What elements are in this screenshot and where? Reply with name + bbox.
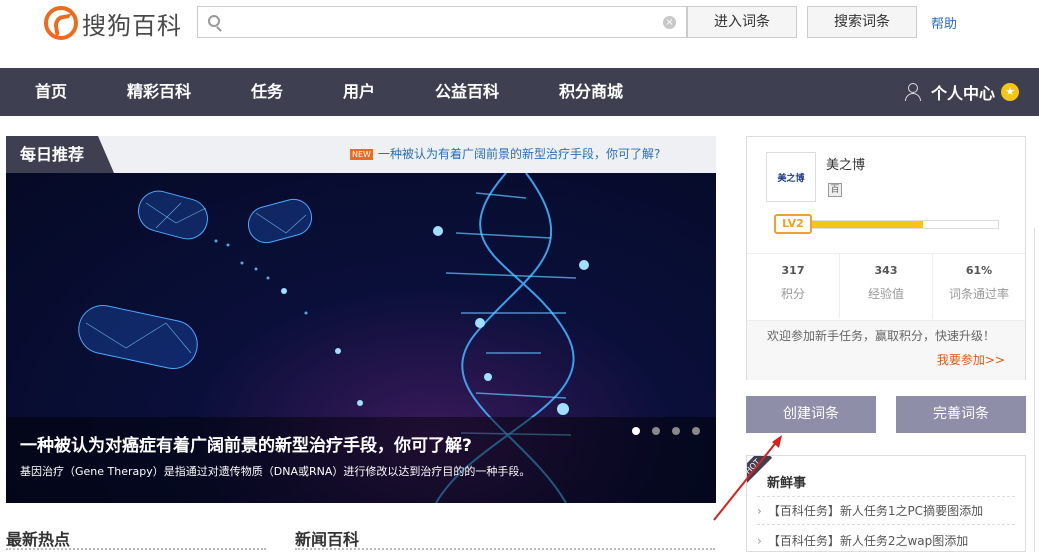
carousel-dot[interactable] [652, 427, 660, 435]
avatar[interactable]: 美之博 [766, 152, 816, 202]
banner-caption: 一种被认为对癌症有着广阔前景的新型治疗手段，你可了解? 基因治疗（Gene Th… [6, 417, 716, 503]
stat-pass-rate: 61% 词条通过率 [933, 254, 1025, 319]
stat-value: 61% [965, 264, 993, 277]
stat-value: 317 [781, 264, 805, 277]
nav-item-charity[interactable]: 公益百科 [435, 68, 499, 116]
stat-label: 经验值 [867, 287, 904, 301]
stat-experience: 343 经验值 [840, 254, 933, 319]
nav-item-users[interactable]: 用户 [343, 68, 375, 116]
sogou-baike-logo[interactable]: 搜狗百科 [44, 5, 182, 41]
clear-icon[interactable]: × [663, 16, 676, 29]
latest-hot-heading: 最新热点 [6, 530, 71, 549]
nav-item-featured[interactable]: 精彩百科 [127, 68, 191, 116]
fresh-news-item-label: 【百科任务】新人任务2之wap图添加 [767, 534, 969, 548]
baike-badge-icon: 百 [828, 183, 842, 197]
page-edge [1034, 228, 1039, 552]
coin-icon: ★ [1001, 83, 1019, 101]
carousel-dot[interactable] [632, 427, 640, 435]
daily-recommend-bar: 每日推荐 NEW 一种被认为有着广阔前景的新型治疗手段，你可了解? [6, 136, 716, 173]
level-progress-bar [799, 220, 999, 229]
user-stats: 317 积分 343 经验值 61% 词条通过率 [747, 253, 1025, 319]
welcome-panel: 欢迎参加新手任务，赢取积分，快速升级！ 我要参加>> [747, 320, 1025, 380]
fresh-news-panel: HOT 新鲜事 › 【百科任务】新人任务1之PC摘要图添加 › 【百科任务】新人任务… [746, 455, 1026, 552]
news-baike-heading: 新闻百科 [295, 530, 360, 549]
sogou-logo-icon [44, 6, 78, 40]
user-icon [904, 83, 921, 101]
carousel-dot[interactable] [672, 427, 680, 435]
nav-item-points-mall[interactable]: 积分商城 [559, 68, 623, 116]
divider [757, 496, 1015, 497]
daily-recommend-tag: 每日推荐 [6, 136, 114, 173]
welcome-text: 欢迎参加新手任务，赢取积分，快速升级！ [767, 329, 996, 343]
fresh-news-item[interactable]: › 【百科任务】新人任务1之PC摘要图添加 [757, 502, 983, 519]
carousel-dot[interactable] [692, 427, 700, 435]
carousel-dots [632, 427, 700, 435]
banner-title[interactable]: 一种被认为对癌症有着广阔前景的新型治疗手段，你可了解? [20, 431, 472, 456]
nav-item-tasks[interactable]: 任务 [251, 68, 283, 116]
create-entry-button[interactable]: 创建词条 [746, 396, 876, 433]
logo-text: 搜狗百科 [82, 11, 182, 40]
stat-label: 词条通过率 [948, 287, 1009, 301]
help-link[interactable]: 帮助 [931, 13, 957, 32]
user-center[interactable]: 个人中心 ★ [904, 68, 1019, 116]
user-center-label: 个人中心 [930, 84, 995, 103]
enter-entry-button[interactable]: 进入词条 [687, 6, 797, 38]
daily-headline-link[interactable]: 一种被认为有着广阔前景的新型治疗手段，你可了解? [378, 145, 660, 162]
stat-value: 343 [874, 264, 898, 277]
banner-carousel[interactable]: 一种被认为对癌症有着广阔前景的新型治疗手段，你可了解? 基因治疗（Gene Th… [6, 173, 716, 503]
search-entry-button[interactable]: 搜索词条 [807, 6, 917, 38]
fresh-news-item-label: 【百科任务】新人任务1之PC摘要图添加 [767, 504, 984, 518]
divider [295, 548, 715, 550]
stat-label: 积分 [780, 287, 805, 301]
fresh-news-item[interactable]: › 【百科任务】新人任务2之wap图添加 [757, 532, 968, 549]
bullet-icon: › [757, 534, 762, 548]
search-input[interactable] [228, 11, 648, 33]
avatar-text: 美之博 [777, 173, 805, 184]
improve-entry-button[interactable]: 完善词条 [896, 396, 1026, 433]
stat-points: 317 积分 [747, 254, 840, 319]
search-box: × [197, 6, 687, 38]
nav-item-home[interactable]: 首页 [35, 68, 67, 116]
main-nav: 首页 精彩百科 任务 用户 公益百科 积分商城 个人中心 ★ [0, 68, 1039, 116]
user-profile-card: 美之博 美之博 百 LV2 317 积分 343 经验值 61% 词条通过率 欢… [746, 136, 1026, 380]
new-badge: NEW [350, 149, 373, 160]
search-icon [208, 15, 220, 27]
divider [757, 524, 1015, 525]
join-task-link[interactable]: 我要参加>> [937, 351, 1005, 368]
level-progress-fill [800, 221, 923, 228]
username[interactable]: 美之博 [826, 154, 865, 173]
divider [6, 548, 266, 550]
banner-description: 基因治疗（Gene Therapy）是指通过对遗传物质（DNA或RNA）进行修改… [20, 465, 531, 478]
red-arrow-annotation [713, 435, 782, 521]
level-badge: LV2 [774, 214, 812, 234]
top-header: 搜狗百科 × 进入词条 搜索词条 帮助 [0, 0, 1039, 68]
